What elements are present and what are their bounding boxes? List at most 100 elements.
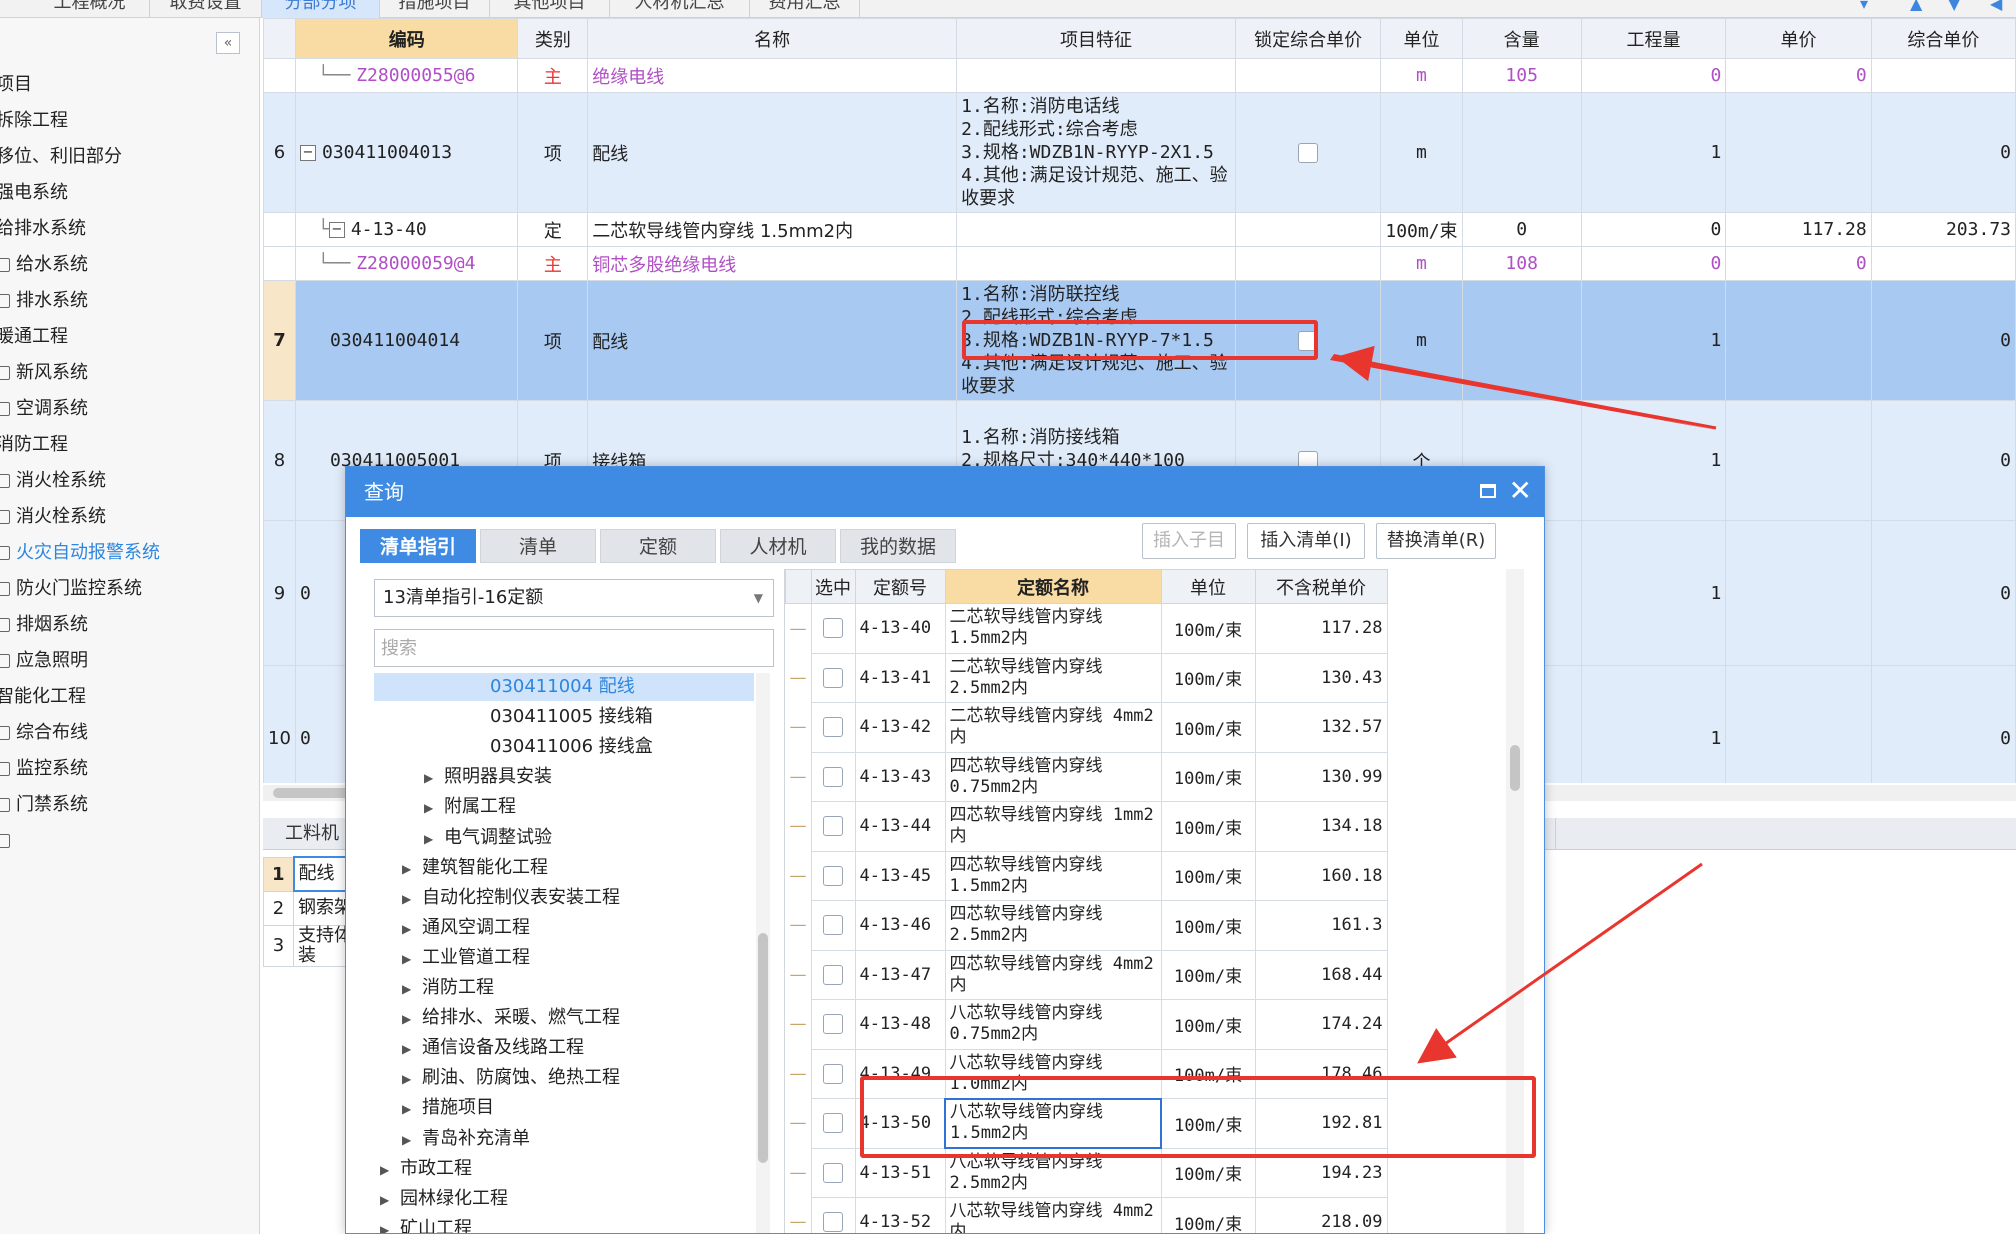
dialog-tab[interactable]: 清单 [480, 529, 596, 563]
feature-cell[interactable] [956, 58, 1236, 93]
quota-name-cell[interactable]: 二芯软导线管内穿线 4mm2 内 [944, 702, 1162, 753]
quota-name-cell[interactable]: 四芯软导线管内穿线 1.5mm2内 [944, 850, 1162, 901]
price-cell[interactable]: 0 [1725, 246, 1872, 281]
quantity-cell[interactable]: 1 [1580, 280, 1727, 401]
tree-item[interactable]: 监控系统 [0, 756, 88, 782]
select-checkbox[interactable] [823, 1014, 843, 1035]
quota-price[interactable]: 134.18 [1254, 801, 1388, 852]
comp-price-cell[interactable]: 0 [1870, 400, 2016, 521]
ratio-cell[interactable] [1461, 92, 1582, 213]
tree-item[interactable]: 消火栓系统 [0, 504, 106, 530]
quota-code[interactable]: 4-13-50 [854, 1098, 946, 1149]
type-cell[interactable]: 项 [517, 92, 589, 213]
tree-item[interactable] [0, 828, 16, 854]
comp-price-cell[interactable]: 0 [1870, 665, 2016, 783]
quota-name-cell[interactable]: 二芯软导线管内穿线 2.5mm2内 [944, 652, 1162, 703]
caret-right-icon[interactable]: ▶ [402, 915, 422, 943]
tree-item[interactable]: 新风系统 [0, 360, 88, 386]
quota-price[interactable]: 117.28 [1254, 603, 1388, 654]
select-cell[interactable] [810, 850, 856, 901]
quota-row[interactable]: — 4-13-40 二芯软导线管内穿线 1.5mm2内 100m/束 117.28 [785, 603, 1388, 654]
top-tab[interactable]: 其他项目 [490, 0, 610, 18]
guide-tree-node[interactable]: ▶ 工业管道工程 [374, 944, 754, 972]
quota-name-cell[interactable]: 四芯软导线管内穿线 4mm2 内 [944, 949, 1162, 1000]
quota-price[interactable]: 178.46 [1254, 1048, 1388, 1099]
quota-name-cell[interactable]: 四芯软导线管内穿线 0.75mm2内 [944, 751, 1162, 802]
quota-code[interactable]: 4-13-52 [854, 1197, 946, 1233]
tree-item[interactable]: 拆除工程 [0, 108, 68, 134]
table-row[interactable]: 7 030411004014 项配线 1.名称:消防联控线 2.配线形式:综合考虑 3… [263, 280, 2016, 401]
price-cell[interactable]: 0 [1725, 58, 1872, 93]
select-cell[interactable] [810, 801, 856, 852]
guide-tree-node[interactable]: ▶ 通风空调工程 [374, 914, 754, 942]
quota-row[interactable]: — 4-13-42 二芯软导线管内穿线 4mm2 内 100m/束 132.57 [785, 702, 1388, 753]
quota-row[interactable]: — 4-13-50 八芯软导线管内穿线 1.5mm2内 100m/束 192.81 [785, 1097, 1388, 1149]
quota-row[interactable]: — 4-13-46 四芯软导线管内穿线 2.5mm2内 100m/束 161.3 [785, 900, 1388, 951]
unit-cell[interactable]: m [1380, 92, 1463, 213]
quota-code[interactable]: 4-13-51 [854, 1147, 946, 1198]
quota-name-cell[interactable]: 八芯软导线管内穿线 4mm2 内 [944, 1197, 1162, 1233]
ratio-cell[interactable]: 108 [1461, 246, 1582, 281]
comp-price-cell[interactable]: 0 [1870, 520, 2016, 666]
tree-item[interactable]: 应急照明 [0, 648, 88, 674]
quota-name-cell[interactable]: 八芯软导线管内穿线 0.75mm2内 [944, 999, 1162, 1050]
top-tab[interactable]: 分部分项 [262, 0, 380, 18]
select-checkbox[interactable] [823, 1162, 843, 1183]
column-header[interactable]: 工程量 [1580, 18, 1727, 59]
comp-price-cell[interactable]: 203.73 [1870, 212, 2016, 247]
quota-price[interactable]: 130.43 [1254, 652, 1388, 703]
select-checkbox[interactable] [823, 816, 843, 837]
guide-tree-node[interactable]: ▶ 刷油、防腐蚀、绝热工程 [374, 1064, 754, 1092]
quota-code[interactable]: 4-13-41 [854, 652, 946, 703]
quota-name-cell[interactable]: 二芯软导线管内穿线 1.5mm2内 [944, 603, 1162, 654]
code-cell[interactable]: └── Z28000055@6 [294, 58, 519, 93]
table-row[interactable]: └── Z28000055@6 主绝缘电线 m 105 0 0 [263, 58, 2016, 93]
caret-right-icon[interactable]: ▶ [402, 1126, 422, 1154]
guide-tree-node[interactable]: ▶ 照明器具安装 [374, 763, 754, 791]
arrow-left-icon[interactable]: ◀ [1990, 0, 2008, 12]
table-row[interactable]: └── Z28000059@4 主铜芯多股绝缘电线 m 108 0 0 [263, 246, 2016, 281]
quota-price[interactable]: 130.99 [1254, 751, 1388, 802]
top-tab[interactable]: 取费设置 [150, 0, 262, 18]
quota-price[interactable]: 161.3 [1254, 900, 1388, 951]
caret-right-icon[interactable]: ▶ [402, 1035, 422, 1063]
tree-item[interactable]: 综合布线 [0, 720, 88, 746]
quota-unit[interactable]: 100m/束 [1160, 603, 1256, 654]
quota-unit[interactable]: 100m/束 [1160, 1147, 1256, 1198]
quota-name-cell[interactable]: 四芯软导线管内穿线 1mm2 内 [944, 801, 1162, 852]
quota-unit[interactable]: 100m/束 [1160, 652, 1256, 703]
quota-row[interactable]: — 4-13-48 八芯软导线管内穿线 0.75mm2内 100m/束 174.24 [785, 999, 1388, 1050]
caret-right-icon[interactable]: ▶ [380, 1156, 400, 1184]
dialog-tab[interactable]: 人材机 [720, 529, 836, 563]
select-cell[interactable] [810, 603, 856, 654]
quota-price[interactable]: 194.23 [1254, 1147, 1388, 1198]
lock-cell[interactable] [1234, 212, 1382, 247]
type-cell[interactable]: 定 [517, 212, 589, 247]
select-cell[interactable] [810, 999, 856, 1050]
column-header[interactable]: 选中 [810, 569, 856, 604]
quantity-cell[interactable]: 0 [1580, 212, 1727, 247]
price-cell[interactable]: 117.28 [1725, 212, 1872, 247]
name-cell[interactable]: 配线 [587, 92, 958, 213]
quota-name-cell[interactable]: 四芯软导线管内穿线 2.5mm2内 [944, 900, 1162, 951]
tree-item[interactable]: 项目 [0, 72, 32, 98]
tree-item[interactable]: 空调系统 [0, 396, 88, 422]
tree-item[interactable]: 智能化工程 [0, 684, 86, 710]
quota-row[interactable]: — 4-13-52 八芯软导线管内穿线 4mm2 内 100m/束 218.09 [785, 1197, 1388, 1233]
quantity-cell[interactable]: 1 [1580, 520, 1727, 666]
ratio-cell[interactable]: 0 [1461, 212, 1582, 247]
comp-price-cell[interactable] [1870, 246, 2016, 281]
unit-cell[interactable]: m [1380, 58, 1463, 93]
caret-right-icon[interactable]: ▶ [402, 1095, 422, 1123]
unit-cell[interactable]: 100m/束 [1380, 212, 1463, 247]
quota-code[interactable]: 4-13-45 [854, 850, 946, 901]
quota-code[interactable]: 4-13-44 [854, 801, 946, 852]
caret-right-icon[interactable]: ▶ [402, 975, 422, 1003]
price-cell[interactable] [1725, 280, 1872, 401]
table-row[interactable]: 6−030411004013 项配线 1.名称:消防电话线 2.配线形式:综合考虑 … [263, 92, 2016, 213]
ratio-cell[interactable]: 105 [1461, 58, 1582, 93]
comp-price-cell[interactable]: 0 [1870, 92, 2016, 213]
select-checkbox[interactable] [823, 1212, 843, 1233]
collapse-panel-button[interactable]: « [216, 32, 240, 54]
caret-right-icon[interactable]: ▶ [402, 1065, 422, 1093]
